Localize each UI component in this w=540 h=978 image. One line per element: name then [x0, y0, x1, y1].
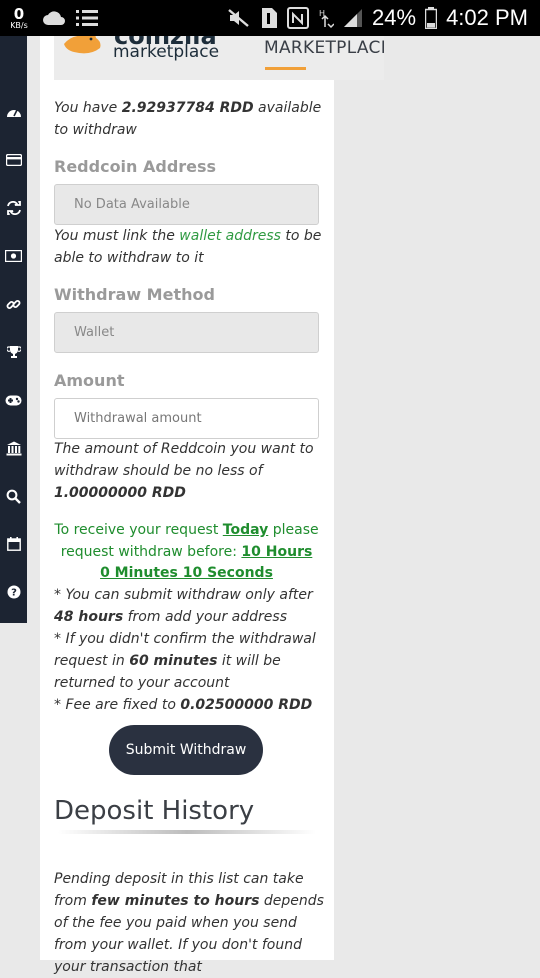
balance-text: You have 2.92937784 RDD available to wit…: [54, 97, 324, 141]
signal-icon: [344, 9, 363, 27]
deposit-history-title: Deposit History: [54, 796, 255, 826]
help-icon[interactable]: ?: [0, 582, 27, 602]
rule-3-b: 0.02500000 RDD: [180, 697, 313, 713]
amount-input[interactable]: Withdrawal amount: [54, 398, 319, 439]
amount-help-prefix: The amount of Reddcoin you want to withd…: [54, 441, 314, 479]
method-select[interactable]: Wallet: [54, 312, 319, 353]
deposit-history-text: Pending deposit in this list can take fr…: [54, 868, 324, 978]
mute-icon: [228, 9, 249, 27]
rule-1-c: from add your address: [123, 609, 287, 625]
rule-1-b: 48 hours: [54, 609, 124, 625]
battery-percent: 24%: [372, 5, 417, 30]
exchange-icon[interactable]: [0, 198, 27, 218]
submit-withdraw-button[interactable]: Submit Withdraw: [109, 725, 263, 775]
balance-amount: 2.92937784 RDD: [121, 100, 254, 116]
network-speed: 0 KB/s: [6, 4, 32, 30]
rule-3-a: * Fee are fixed to: [54, 697, 181, 713]
address-help: You must link the wallet address to be a…: [54, 225, 324, 269]
notice-text-1: To receive your request: [54, 522, 223, 538]
nfc-icon: [287, 7, 310, 29]
list-icon: [76, 10, 98, 26]
method-label: Withdraw Method: [54, 285, 215, 304]
credit-card-icon[interactable]: [0, 150, 27, 170]
balance-prefix: You have: [54, 100, 122, 116]
gamepad-icon[interactable]: [0, 390, 27, 410]
cloud-icon: [43, 11, 65, 25]
search-icon[interactable]: [0, 486, 27, 506]
amount-help: The amount of Reddcoin you want to withd…: [54, 438, 324, 504]
link-icon[interactable]: [0, 294, 27, 314]
nav-active-indicator: [265, 67, 306, 70]
address-help-prefix: You must link the: [54, 228, 180, 244]
sidebar: ?: [0, 36, 27, 623]
dashboard-icon[interactable]: [0, 102, 27, 122]
address-label: Reddcoin Address: [54, 157, 217, 176]
svg-text:?: ?: [11, 588, 17, 599]
clock: 4:02 PM: [446, 5, 528, 30]
money-icon[interactable]: [0, 246, 27, 266]
site-header: coinzila marketplace MARKETPLACE: [54, 36, 384, 80]
battery-icon: [425, 7, 438, 29]
rule-1-a: * You can submit withdraw only after: [54, 587, 313, 603]
data-signal-icon: H: [319, 9, 335, 29]
status-bar: 0 KB/s H 24% 4:02 PM: [0, 0, 540, 36]
trophy-icon[interactable]: [0, 342, 27, 362]
address-field[interactable]: No Data Available: [54, 184, 319, 225]
logo-icon: [64, 36, 101, 54]
calendar-icon[interactable]: [0, 534, 27, 554]
amount-label: Amount: [54, 371, 125, 390]
logo-subtitle: marketplace: [113, 42, 220, 62]
bank-icon[interactable]: [0, 438, 27, 458]
rule-2-b: 60 minutes: [129, 653, 218, 669]
rule-2: * If you didn't confirm the withdrawal r…: [54, 628, 324, 694]
wallet-address-link[interactable]: wallet address: [179, 228, 281, 244]
sim-icon: [262, 8, 278, 28]
notice-today: Today: [222, 522, 269, 538]
rule-3: * Fee are fixed to 0.02500000 RDD: [54, 694, 324, 716]
amount-min: 1.00000000 RDD: [54, 485, 186, 501]
net-speed-unit: KB/s: [10, 20, 28, 30]
rule-1: * You can submit withdraw only after 48 …: [54, 584, 324, 628]
net-speed-value: 0: [13, 4, 25, 23]
section-divider: [58, 830, 316, 834]
rules-list: * You can submit withdraw only after 48 …: [54, 584, 324, 716]
withdraw-deadline-notice: To receive your request Today please req…: [54, 520, 319, 585]
nav-marketplace[interactable]: MARKETPLACE: [264, 38, 384, 58]
deposit-text-b: few minutes to hours: [91, 893, 260, 909]
